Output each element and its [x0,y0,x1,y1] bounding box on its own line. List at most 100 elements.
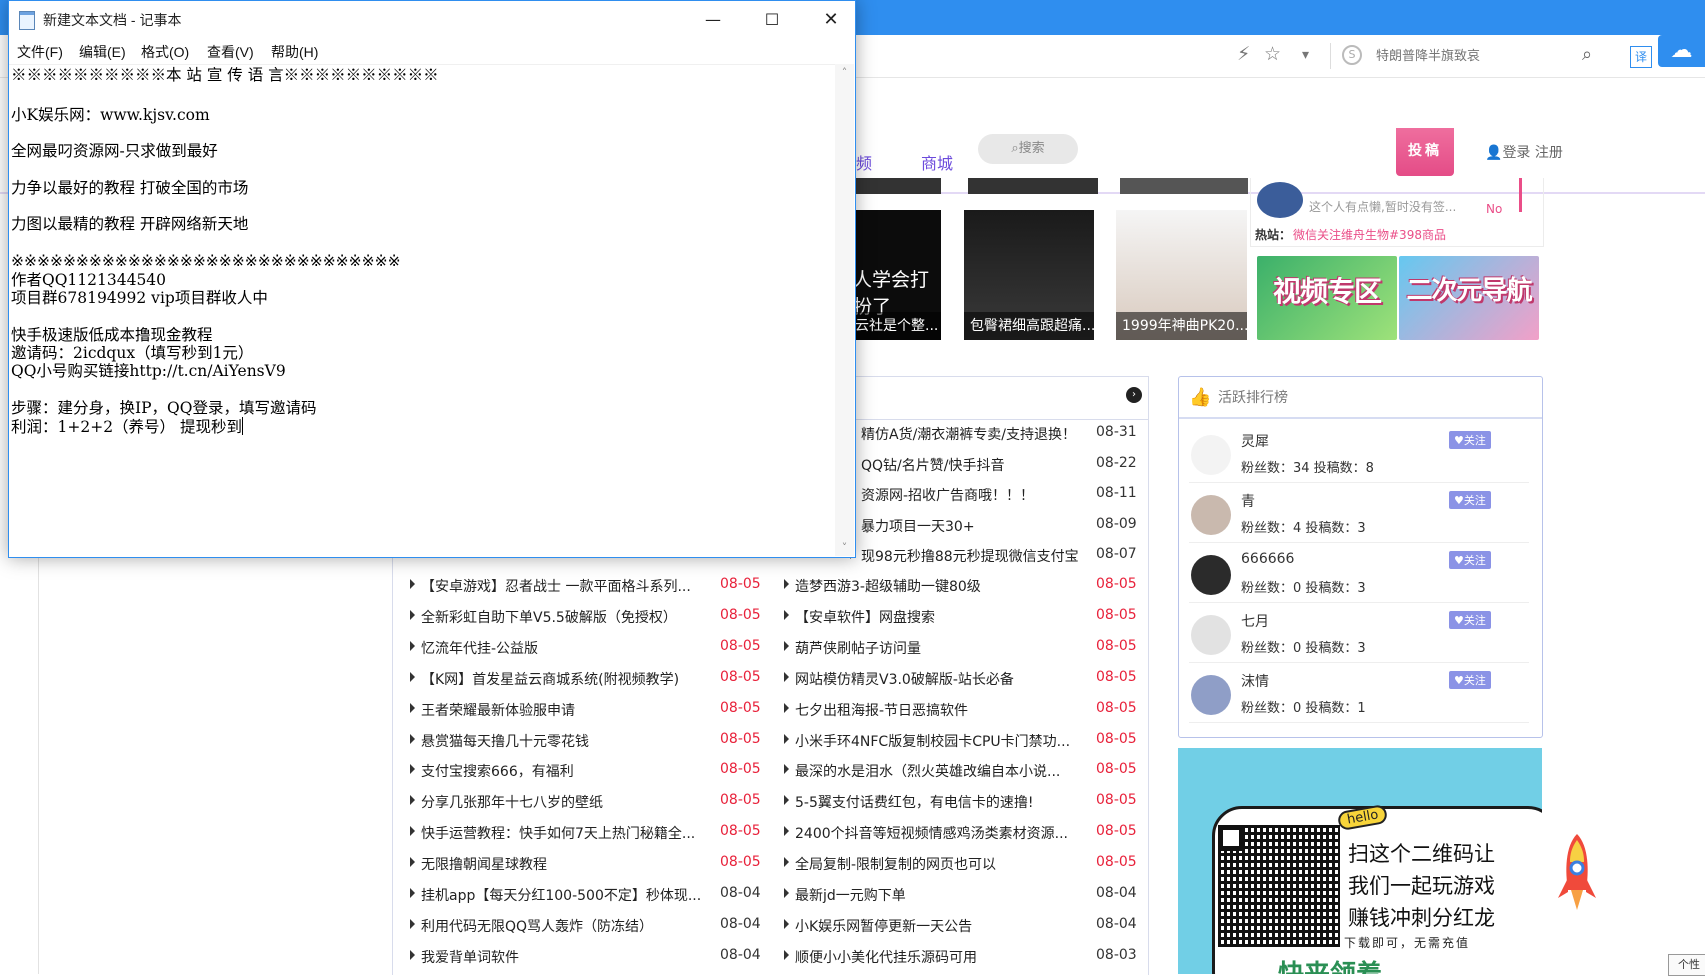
corner-tab[interactable]: 个性 [1668,954,1705,976]
article-row[interactable]: 小米手环4NFC版复制校园卡CPU卡门禁功... [784,731,1070,753]
hot-link[interactable]: 微信关注维舟生物#398商品 [1293,226,1446,243]
menu-edit[interactable]: 编辑(E) [79,42,126,62]
article-row[interactable]: 挂机app【每天分红100-500不定】秒体现... [410,885,701,907]
minimize-button[interactable]: — [684,1,742,38]
article-row[interactable]: 【安卓游戏】忍者战士 一款平面格斗系列... [410,576,691,598]
chevron-right-icon[interactable]: › [1126,387,1142,403]
avatar[interactable] [1191,555,1231,595]
article-row[interactable]: 2400个抖音等短视频情感鸡汤类素材资源... [784,823,1068,845]
video-thumbnail[interactable]: 1999年神曲PK20... [1116,210,1247,340]
scroll-up-icon[interactable]: ˄ [835,64,854,81]
banner-video-zone[interactable]: 视频专区 [1257,256,1397,340]
article-row[interactable]: 无限撸朝闻星球教程 [410,854,547,876]
submit-button[interactable]: 投稿 [1396,128,1454,176]
browser-search-box[interactable]: S [1342,43,1602,69]
article-row[interactable]: 七夕出租海报-节日恶搞软件 [784,700,968,722]
article-title[interactable]: 支付宝搜索666，有福利 [421,761,574,781]
article-row[interactable]: 利用代码无限QQ骂人轰炸（防冻结） [410,916,653,938]
maximize-button[interactable]: ☐ [743,1,801,38]
article-row[interactable]: 【安卓软件】网盘搜索 [784,607,935,629]
video-thumbnail[interactable]: 包臀裙细高跟超痛... [964,210,1094,340]
article-title[interactable]: 2400个抖音等短视频情感鸡汤类素材资源... [795,823,1068,843]
article-row[interactable]: 全新彩虹自助下单V5.5破解版（免授权） [410,607,677,629]
article-title[interactable]: 最新jd一元购下单 [795,885,906,905]
article-row[interactable]: 5-5翼支付话费红包，有电信卡的速撸! [784,792,1033,814]
notepad-text-area[interactable]: ※※※※※※※※※※本 站 宣 传 语 言※※※※※※※※※※ 小K娱乐网：www… [9,64,835,557]
article-title[interactable]: 小K娱乐网暂停更新一天公告 [795,916,972,936]
article-title[interactable]: 小米手环4NFC版复制校园卡CPU卡门禁功... [795,731,1070,751]
scroll-down-icon[interactable]: ˅ [835,539,854,556]
article-title[interactable]: 精仿A货/潮衣潮裤专卖/支持退换！ [861,424,1076,444]
article-title[interactable]: 挂机app【每天分红100-500不定】秒体现... [421,885,701,905]
avatar[interactable] [1191,615,1231,655]
avatar[interactable] [1191,675,1231,715]
article-row[interactable]: 【K网】首发星益云商城系统(附视频教学) [410,669,679,691]
article-title[interactable]: 全局复制-限制复制的网页也可以 [795,854,996,874]
article-title[interactable]: 暴力项目一天30+ [861,516,975,536]
article-title[interactable]: 七夕出租海报-节日恶搞软件 [795,700,968,720]
qr-promo-card[interactable]: hello 扫这个二维码让 我们一起玩游戏 赚钱冲刺分红龙 下载即可，无需充值 … [1178,748,1542,974]
article-title[interactable]: 悬赏猫每天撸几十元零花钱 [421,731,589,751]
article-row[interactable]: 小K娱乐网暂停更新一天公告 [784,916,972,938]
article-row[interactable]: 王者荣耀最新体验服申请 [410,700,575,722]
nav-mall-link[interactable]: 商城 [921,150,953,174]
rank-user-name[interactable]: 七月 [1241,611,1269,631]
article-title[interactable]: 顺便小小美化代挂乐源码可用 [795,947,977,967]
article-row[interactable]: 支付宝搜索666，有福利 [410,761,574,783]
article-title[interactable]: 【安卓游戏】忍者战士 一款平面格斗系列... [421,576,691,596]
star-icon[interactable]: ☆ [1264,43,1281,65]
article-title[interactable]: 【安卓软件】网盘搜索 [795,607,935,627]
follow-button[interactable]: ♥关注 [1449,671,1491,689]
cloud-icon[interactable]: ☁ [1658,35,1705,67]
menu-help[interactable]: 帮助(H) [271,42,318,62]
article-title[interactable]: 资源网-招收广告商哦！！！ [861,485,1034,505]
site-search-button[interactable]: ⌕搜索 [978,134,1078,164]
video-thumbnail[interactable]: 人学会打扮了 云社是个整... [855,210,941,340]
article-title[interactable]: 造梦西游3-超级辅助一键80级 [795,576,981,596]
article-row[interactable]: 网站模仿精灵V3.0破解版-站长必备 [784,669,1014,691]
article-row[interactable]: 最新jd一元购下单 [784,885,906,907]
follow-button[interactable]: ♥关注 [1449,551,1491,569]
follow-button[interactable]: ♥关注 [1449,611,1491,629]
article-title[interactable]: 利用代码无限QQ骂人轰炸（防冻结） [421,916,653,936]
article-row[interactable]: 悬赏猫每天撸几十元零花钱 [410,731,589,753]
nav-video-link[interactable]: 频 [856,150,872,174]
browser-search-input[interactable] [1374,44,1588,68]
article-row[interactable]: 精仿A货/潮衣潮裤专卖/支持退换！ [850,424,1076,446]
article-title[interactable]: 分享几张那年十七八岁的壁纸 [421,792,603,812]
chevron-down-icon[interactable]: ▾ [1302,47,1309,63]
rank-user-name[interactable]: 沫情 [1241,671,1269,691]
rocket-icon[interactable] [1556,832,1598,912]
follow-button[interactable]: ♥关注 [1449,491,1491,509]
article-row[interactable]: 最深的水是泪水（烈火英雄改编自本小说... [784,761,1060,783]
banner-anime-nav[interactable]: 二次元导航 [1399,256,1539,340]
avatar[interactable] [1191,495,1231,535]
avatar[interactable] [1191,435,1231,475]
search-engine-icon[interactable]: S [1342,45,1362,65]
article-title[interactable]: 无限撸朝闻星球教程 [421,854,547,874]
article-title[interactable]: 【K网】首发星益云商城系统(附视频教学) [421,669,679,689]
notepad-title-bar[interactable]: 新建文本文档 - 记事本 — ☐ ✕ [9,1,855,38]
article-title[interactable]: 我爱背单词软件 [421,947,519,967]
article-row[interactable]: 全局复制-限制复制的网页也可以 [784,854,996,876]
vertical-scrollbar[interactable]: ˄ ˅ [835,64,854,556]
article-row[interactable]: 造梦西游3-超级辅助一键80级 [784,576,981,598]
rank-user-name[interactable]: 灵犀 [1241,431,1269,451]
article-row[interactable]: QQ钻/名片赞/快手抖音 [850,455,1004,477]
article-title[interactable]: 最深的水是泪水（烈火英雄改编自本小说... [795,761,1060,781]
login-register-link[interactable]: 👤登录 注册 [1485,142,1563,162]
close-button[interactable]: ✕ [802,1,860,38]
article-row[interactable]: 快手运营教程：快手如何7天上热门秘籍全... [410,823,695,845]
rank-user-name[interactable]: 666666 [1241,551,1294,567]
article-title[interactable]: 葫芦侠刷帖子访问量 [795,638,921,658]
article-title[interactable]: 全新彩虹自助下单V5.5破解版（免授权） [421,607,677,627]
article-row[interactable]: 现98元秒撸88元秒提现微信支付宝 [850,546,1079,568]
follow-button[interactable]: ♥关注 [1449,431,1491,449]
avatar[interactable] [1257,182,1303,218]
article-row[interactable]: 分享几张那年十七八岁的壁纸 [410,792,603,814]
article-row[interactable]: 资源网-招收广告商哦！！！ [850,485,1034,507]
menu-view[interactable]: 查看(V) [207,42,254,62]
article-row[interactable]: 暴力项目一天30+ [850,516,975,538]
menu-file[interactable]: 文件(F) [17,42,63,62]
article-title[interactable]: QQ钻/名片赞/快手抖音 [861,455,1004,475]
